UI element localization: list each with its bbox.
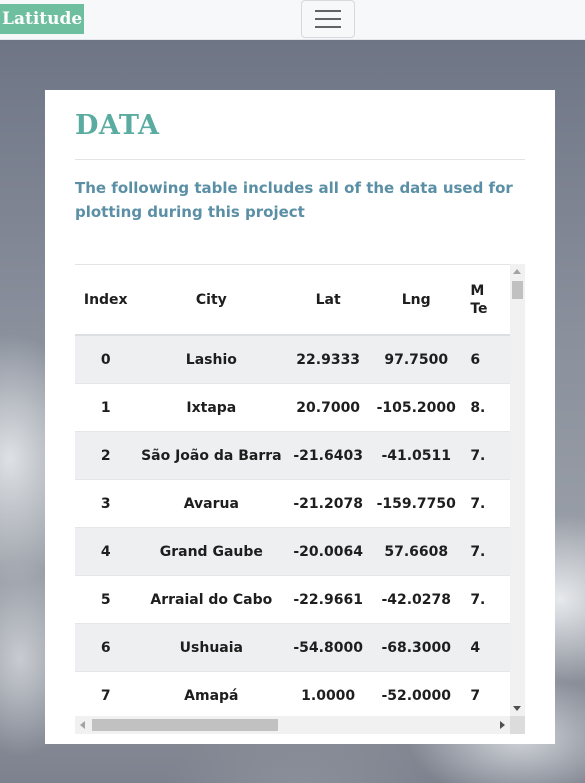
table-cell-lng: -41.0511 bbox=[370, 431, 463, 480]
navbar: Latitude bbox=[0, 0, 585, 40]
table-cell-lat: -20.0064 bbox=[286, 527, 371, 576]
column-header-lat[interactable]: Lat bbox=[286, 265, 371, 336]
column-header-city[interactable]: City bbox=[136, 265, 287, 336]
table-cell-lng: 57.6608 bbox=[370, 527, 463, 576]
table-cell-index: 1 bbox=[75, 383, 137, 432]
table-cell-index: 2 bbox=[75, 431, 137, 480]
data-table-container[interactable]: Index City Lat Lng M Te 0 Lashio 22.9333 97.… bbox=[75, 264, 525, 735]
data-table: Index City Lat Lng M Te 0 Lashio 22.9333 97.… bbox=[75, 265, 525, 720]
table-cell-lng: -68.3000 bbox=[370, 623, 463, 672]
table-cell-lng: -159.7750 bbox=[370, 479, 463, 528]
table-cell-city: Ixtapa bbox=[136, 383, 287, 432]
table-cell-city: Arraial do Cabo bbox=[136, 575, 287, 624]
scroll-right-arrow-icon[interactable] bbox=[500, 721, 505, 729]
table-cell-city: Grand Gaube bbox=[136, 527, 287, 576]
table-cell-lng: -52.0000 bbox=[370, 671, 463, 720]
scroll-left-arrow-icon[interactable] bbox=[80, 721, 85, 729]
table-cell-city: Avarua bbox=[136, 479, 287, 528]
scroll-up-arrow-icon[interactable] bbox=[513, 269, 521, 274]
page-description: The following table includes all of the … bbox=[75, 179, 513, 221]
vertical-scroll-thumb[interactable] bbox=[512, 281, 523, 299]
table-cell-city: Amapá bbox=[136, 671, 287, 720]
table-row: 0 Lashio 22.9333 97.7500 6 bbox=[75, 335, 525, 384]
table-cell-city: São João da Barra bbox=[136, 431, 287, 480]
scrollbar-corner bbox=[510, 716, 525, 734]
table-cell-lat: -21.6403 bbox=[286, 431, 371, 480]
data-card: DATA The following table includes all of… bbox=[45, 90, 555, 744]
divider bbox=[75, 159, 525, 160]
vertical-scrollbar[interactable] bbox=[510, 264, 525, 716]
table-cell-lat: -22.9661 bbox=[286, 575, 371, 624]
table-cell-lat: -54.8000 bbox=[286, 623, 371, 672]
table-cell-index: 4 bbox=[75, 527, 137, 576]
navbar-toggle-button[interactable] bbox=[301, 0, 355, 38]
table-row: 2 São João da Barra -21.6403 -41.0511 7. bbox=[75, 431, 525, 480]
column-header-lng[interactable]: Lng bbox=[370, 265, 463, 336]
table-cell-index: 5 bbox=[75, 575, 137, 624]
table-cell-lng: 97.7500 bbox=[370, 335, 463, 384]
table-cell-index: 3 bbox=[75, 479, 137, 528]
table-header-row: Index City Lat Lng M Te bbox=[75, 265, 525, 336]
table-cell-index: 0 bbox=[75, 335, 137, 384]
table-row: 4 Grand Gaube -20.0064 57.6608 7. bbox=[75, 527, 525, 576]
scroll-down-arrow-icon[interactable] bbox=[513, 706, 521, 711]
table-cell-index: 6 bbox=[75, 623, 137, 672]
table-row: 3 Avarua -21.2078 -159.7750 7. bbox=[75, 479, 525, 528]
hamburger-menu-icon bbox=[315, 10, 341, 12]
page-title: DATA bbox=[75, 110, 160, 141]
horizontal-scroll-thumb[interactable] bbox=[92, 719, 278, 731]
table-cell-lng: -42.0278 bbox=[370, 575, 463, 624]
table-cell-index: 7 bbox=[75, 671, 137, 720]
table-cell-lat: -21.2078 bbox=[286, 479, 371, 528]
table-cell-lat: 22.9333 bbox=[286, 335, 371, 384]
table-row: 1 Ixtapa 20.7000 -105.2000 8. bbox=[75, 383, 525, 432]
table-cell-lng: -105.2000 bbox=[370, 383, 463, 432]
horizontal-scrollbar[interactable] bbox=[75, 716, 510, 734]
navbar-brand[interactable]: Latitude bbox=[0, 4, 85, 34]
table-cell-city: Ushuaia bbox=[136, 623, 287, 672]
table-cell-lat: 1.0000 bbox=[286, 671, 371, 720]
table-cell-lat: 20.7000 bbox=[286, 383, 371, 432]
table-row: 6 Ushuaia -54.8000 -68.3000 4 bbox=[75, 623, 525, 672]
table-cell-city: Lashio bbox=[136, 335, 287, 384]
table-row: 5 Arraial do Cabo -22.9661 -42.0278 7. bbox=[75, 575, 525, 624]
column-header-index[interactable]: Index bbox=[75, 265, 137, 336]
table-row: 7 Amapá 1.0000 -52.0000 7 bbox=[75, 671, 525, 720]
column-header-max-temp-label: M Te bbox=[470, 282, 488, 317]
